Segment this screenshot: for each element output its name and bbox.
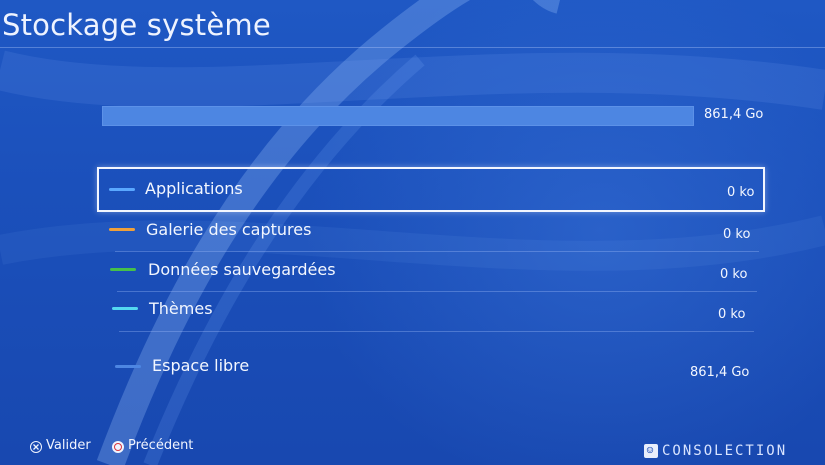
footer-controls: Valider Précédent: [0, 438, 260, 458]
category-row-capture-gallery[interactable]: Galerie des captures 0 ko: [105, 212, 759, 252]
confirm-hint[interactable]: Valider: [30, 438, 110, 458]
category-size: 0 ko: [727, 185, 755, 200]
back-label: Précédent: [128, 438, 194, 453]
smiley-logo-icon: ☺: [644, 444, 658, 458]
themes-color-swatch: [112, 307, 138, 310]
circle-button-icon: [112, 441, 124, 453]
category-label: Galerie des captures: [146, 220, 312, 239]
page-title: Stockage système: [2, 8, 271, 42]
watermark-text: CONSOLECTION: [662, 443, 788, 459]
confirm-label: Valider: [46, 438, 91, 453]
category-size: 0 ko: [718, 307, 746, 322]
category-label: Données sauvegardées: [148, 260, 336, 279]
category-row-themes[interactable]: Thèmes 0 ko: [109, 292, 754, 332]
category-size: 861,4 Go: [690, 365, 750, 380]
category-label: Applications: [145, 179, 243, 198]
row-divider: [119, 331, 754, 332]
category-label: Espace libre: [152, 356, 250, 375]
category-label: Thèmes: [149, 299, 213, 318]
watermark: ☺ CONSOLECTION: [644, 443, 824, 463]
capture-gallery-color-swatch: [109, 228, 135, 231]
category-row-saved-data[interactable]: Données sauvegardées 0 ko: [107, 252, 757, 292]
applications-color-swatch: [109, 188, 135, 191]
free-space-color-swatch: [115, 365, 141, 368]
storage-total-value: 861,4 Go: [704, 107, 764, 122]
saved-data-color-swatch: [110, 268, 136, 271]
header-divider: [0, 47, 825, 48]
category-row-free-space[interactable]: Espace libre 861,4 Go: [112, 348, 752, 388]
category-row-applications[interactable]: Applications 0 ko: [97, 167, 765, 212]
category-size: 0 ko: [723, 227, 751, 242]
category-size: 0 ko: [720, 267, 748, 282]
back-hint[interactable]: Précédent: [112, 438, 212, 458]
cross-button-icon: [30, 441, 42, 453]
storage-usage-bar: [102, 106, 694, 126]
